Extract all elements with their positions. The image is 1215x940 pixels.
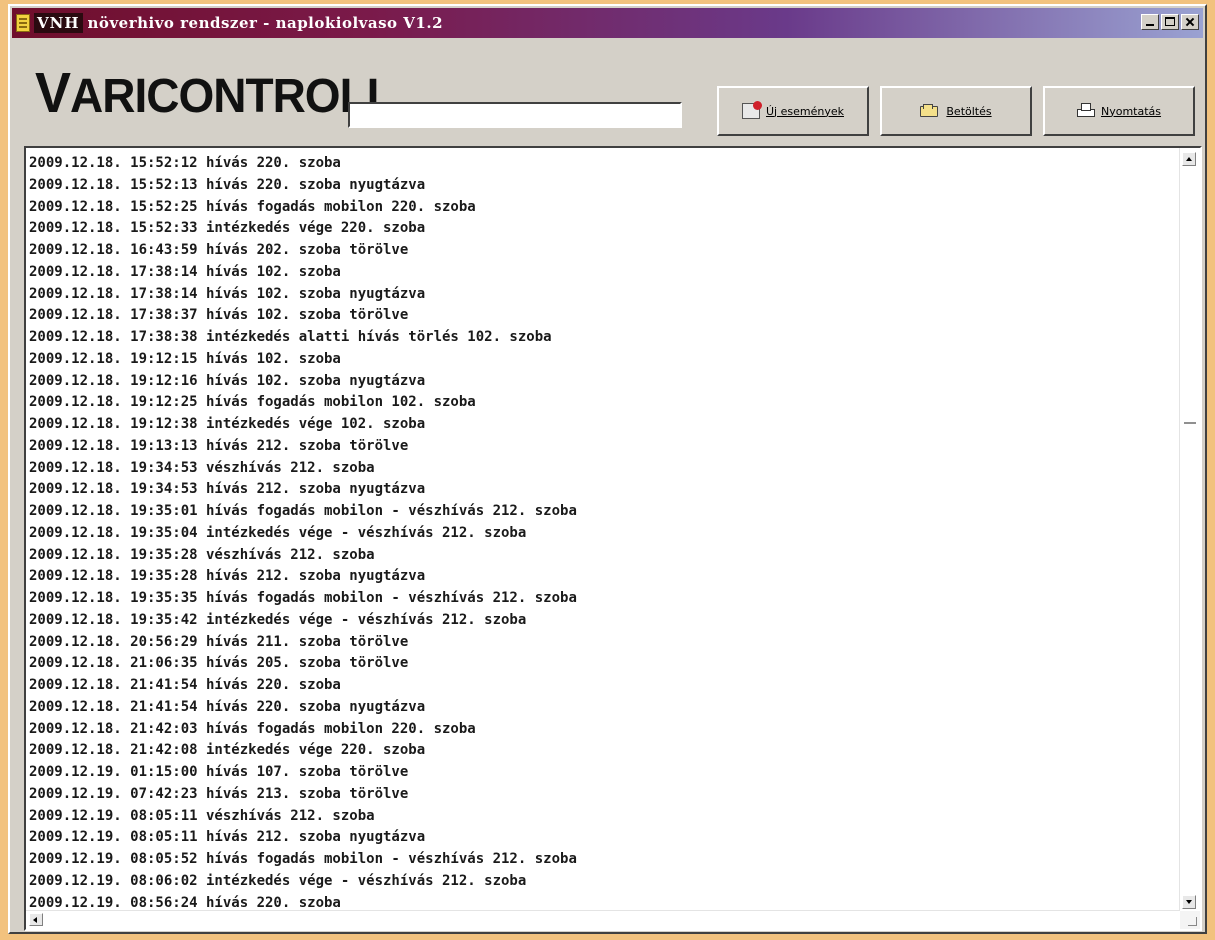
logo-initial: V: [35, 61, 71, 125]
log-line: 2009.12.18. 19:35:01 hívás fogadás mobil…: [29, 503, 577, 519]
notepad-icon: [16, 14, 30, 32]
log-line: 2009.12.19. 08:06:02 intézkedés vége - v…: [29, 872, 527, 889]
filter-input[interactable]: [348, 102, 682, 128]
log-line: 2009.12.18. 17:38:14 hívás 102. szoba: [29, 263, 341, 280]
window-controls: [1141, 14, 1199, 30]
log-line: 2009.12.18. 19:12:16 hívás 102. szoba ny…: [29, 372, 426, 389]
log-line: 2009.12.18. 19:34:53 hívás 212. szoba ny…: [29, 481, 426, 498]
log-line: 2009.12.18. 19:35:04 intézkedés vége - v…: [29, 524, 527, 541]
log-line: 2009.12.19. 08:05:11 hívás 212. szoba ny…: [29, 829, 426, 846]
log-line: 2009.12.18. 19:34:53 vészhívás 212. szob…: [29, 459, 375, 476]
log-lines: 2009.12.18. 15:52:12 hívás 220. szoba 200…: [29, 153, 1176, 914]
log-line: 2009.12.18. 19:13:13 hívás 212. szoba tö…: [29, 437, 409, 454]
log-line: 2009.12.18. 17:38:38 intézkedés alatti h…: [29, 329, 552, 345]
log-line: 2009.12.18. 19:35:42 intézkedés vége - v…: [29, 611, 527, 628]
vertical-scrollbar[interactable]: [1179, 148, 1200, 911]
log-line: 2009.12.18. 19:35:28 vészhívás 212. szob…: [29, 546, 375, 563]
log-line: 2009.12.18. 20:56:29 hívás 211. szoba tö…: [29, 633, 409, 650]
scroll-left-arrow-icon[interactable]: [29, 913, 43, 926]
window-title: növerhivo rendszer - naplokiolvaso V1.2: [87, 14, 444, 32]
log-line: 2009.12.18. 19:12:38 intézkedés vége 102…: [29, 416, 426, 432]
horizontal-scrollbar[interactable]: [26, 910, 1180, 929]
log-line: 2009.12.18. 21:42:08 intézkedés vége 220…: [29, 742, 426, 759]
log-textarea[interactable]: 2009.12.18. 15:52:12 hívás 220. szoba 200…: [24, 146, 1202, 931]
load-button[interactable]: Betöltés: [880, 86, 1032, 136]
folder-icon: [920, 104, 940, 118]
log-line: 2009.12.18. 15:52:12 hívás 220. szoba: [29, 155, 341, 171]
maximize-button[interactable]: [1161, 14, 1179, 30]
title-bar[interactable]: VNH növerhivo rendszer - naplokiolvaso V…: [12, 8, 1203, 38]
resize-grip-icon[interactable]: [1180, 911, 1200, 929]
log-line: 2009.12.18. 21:42:03 hívás fogadás mobil…: [29, 720, 476, 737]
log-line: 2009.12.18. 21:41:54 hívás 220. szoba: [29, 677, 341, 693]
log-line: 2009.12.18. 17:38:14 hívás 102. szoba ny…: [29, 285, 426, 302]
load-label: Betöltés: [946, 104, 992, 118]
minimize-button[interactable]: [1141, 14, 1159, 30]
log-line: 2009.12.18. 15:52:13 hívás 220. szoba ny…: [29, 176, 426, 193]
scroll-down-arrow-icon[interactable]: [1182, 895, 1196, 909]
log-line: 2009.12.18. 21:41:54 hívás 220. szoba ny…: [29, 698, 426, 715]
log-line: 2009.12.18. 16:43:59 hívás 202. szoba tö…: [29, 242, 409, 258]
log-line: 2009.12.19. 01:15:00 hívás 107. szoba tö…: [29, 764, 409, 780]
log-line: 2009.12.18. 19:12:15 hívás 102. szoba: [29, 350, 341, 367]
logo-rest: ARICONTROLL: [70, 67, 395, 123]
new-events-label: Új események: [766, 104, 844, 118]
print-button[interactable]: Nyomtatás: [1043, 86, 1195, 136]
scroll-up-arrow-icon[interactable]: [1182, 152, 1196, 166]
log-line: 2009.12.18. 15:52:33 intézkedés vége 220…: [29, 220, 426, 237]
log-line: 2009.12.19. 08:05:11 vészhívás 212. szob…: [29, 807, 375, 824]
new-events-icon: [742, 101, 762, 119]
log-line: 2009.12.19. 07:42:23 hívás 213. szoba tö…: [29, 785, 409, 802]
printer-icon: [1076, 103, 1095, 119]
print-label: Nyomtatás: [1100, 104, 1162, 118]
log-line: 2009.12.18. 19:12:25 hívás fogadás mobil…: [29, 394, 476, 411]
app-window: VNH növerhivo rendszer - naplokiolvaso V…: [8, 4, 1207, 934]
close-button[interactable]: [1181, 14, 1199, 30]
log-line: 2009.12.18. 21:06:35 hívás 205. szoba tö…: [29, 655, 409, 672]
title-badge: VNH: [34, 13, 83, 33]
scroll-thumb[interactable]: [1184, 422, 1196, 432]
log-line: 2009.12.18. 15:52:25 hívás fogadás mobil…: [29, 198, 476, 215]
new-events-button[interactable]: Új események: [717, 86, 869, 136]
log-line: 2009.12.18. 19:35:28 hívás 212. szoba ny…: [29, 568, 426, 585]
log-line: 2009.12.19. 08:05:52 hívás fogadás mobil…: [29, 851, 577, 867]
log-line: 2009.12.18. 17:38:37 hívás 102. szoba tö…: [29, 307, 409, 324]
varicontroll-logo: VARICONTROLL: [35, 61, 395, 125]
log-line: 2009.12.18. 19:35:35 hívás fogadás mobil…: [29, 590, 577, 606]
